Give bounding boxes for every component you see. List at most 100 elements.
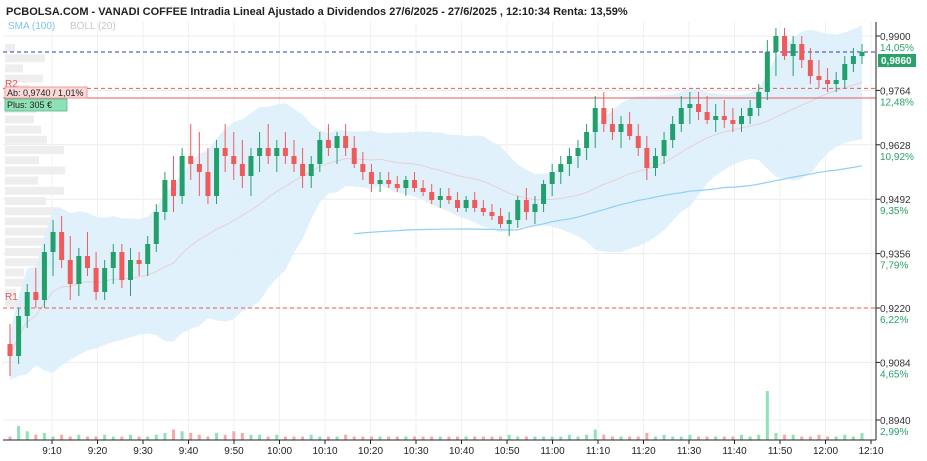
volume-profile-bar-11 (5, 156, 39, 165)
candle-body-18 (162, 180, 168, 212)
volume-bar-63 (550, 436, 554, 440)
y-tick-label-0: 0,9900 (880, 32, 911, 43)
candle-body-45 (394, 184, 400, 188)
volume-bar-69 (602, 434, 606, 440)
y-tick-label-1: 0,9764 (880, 86, 911, 97)
last-price-label: 0,9860 (881, 56, 912, 67)
volume-bar-17 (154, 434, 158, 440)
candle-body-57 (498, 216, 504, 224)
volume-bar-14 (128, 434, 132, 440)
volume-bar-49 (430, 436, 434, 440)
volume-bar-64 (559, 436, 563, 440)
volume-bar-45 (395, 436, 399, 440)
volume-bar-78 (679, 436, 683, 440)
candle-body-85 (739, 116, 745, 124)
candle-body-84 (730, 120, 736, 124)
candle-body-41 (360, 164, 366, 172)
x-tick-label-17: 12:00 (813, 446, 838, 457)
volume-bar-36 (318, 436, 322, 440)
candle-body-24 (214, 148, 220, 196)
volume-bar-10 (94, 436, 98, 440)
r1-label: R1 (5, 292, 18, 303)
volume-bar-3 (34, 434, 38, 440)
volume-profile-bar-8 (5, 125, 41, 134)
volume-profile-bar-10 (5, 146, 64, 154)
volume-bar-57 (499, 436, 503, 440)
candle-body-59 (515, 200, 521, 220)
candle-body-9 (84, 256, 90, 268)
candle-body-92 (799, 44, 805, 60)
candle-body-83 (721, 116, 727, 120)
candle-body-50 (437, 196, 443, 200)
candle-body-69 (601, 108, 607, 124)
volume-bar-75 (653, 436, 657, 440)
volume-bar-46 (404, 436, 408, 440)
volume-bar-82 (714, 436, 718, 440)
x-tick-label-8: 10:30 (403, 446, 428, 457)
legend-sma[interactable]: SMA (100) (8, 21, 55, 32)
volume-bar-77 (671, 436, 675, 440)
volume-bar-86 (748, 436, 752, 440)
volume-bar-80 (696, 436, 700, 440)
candle-body-53 (463, 200, 469, 208)
candle-body-64 (558, 164, 564, 172)
x-tick-label-1: 9:20 (88, 446, 108, 457)
time-axis: 9:10 9:20 9:30 9:40 9:50 10:00 10:10 10:20 10:30… (3, 439, 884, 457)
volume-bar-84 (731, 436, 735, 440)
volume-bar-28 (249, 434, 253, 440)
candle-body-0 (7, 344, 13, 356)
x-tick-label-13: 11:20 (631, 446, 656, 457)
y-pct-label-5: 6,22% (880, 315, 908, 326)
volume-profile-bar-14 (5, 186, 64, 195)
candle-body-89 (773, 36, 779, 52)
volume-bar-24 (215, 433, 219, 440)
candle-body-17 (153, 212, 159, 244)
y-tick-label-4: 0,9356 (880, 250, 911, 261)
volume-bar-47 (412, 436, 416, 440)
volume-bar-60 (524, 436, 528, 440)
volume-bar-59 (516, 436, 520, 440)
volume-profile-bar-0 (5, 44, 15, 52)
volume-bar-68 (593, 429, 597, 440)
candle-body-68 (592, 108, 598, 132)
candle-body-46 (403, 180, 409, 188)
volume-bar-53 (464, 436, 468, 440)
volume-bar-4 (42, 433, 46, 440)
volume-bar-94 (817, 434, 821, 440)
candle-body-31 (274, 148, 280, 156)
x-tick-label-4: 9:50 (224, 446, 244, 457)
candle-body-34 (300, 164, 306, 176)
candle-body-30 (265, 148, 271, 156)
x-tick-label-12: 11:10 (586, 446, 611, 457)
candle-body-27 (239, 164, 245, 176)
volume-bar-21 (189, 433, 193, 440)
candle-body-98 (850, 56, 856, 64)
volume-bar-43 (378, 436, 382, 440)
price-chart[interactable]: 0,990014,05% 0,976412,48% 0,962810,92% 0,94… (0, 0, 927, 461)
candle-body-66 (575, 148, 581, 156)
volume-bar-70 (610, 436, 614, 440)
legend-boll[interactable]: BOLL (20) (70, 21, 116, 32)
candle-body-51 (446, 196, 452, 200)
candle-body-20 (179, 156, 185, 196)
volume-bar-72 (628, 436, 632, 440)
volume-bar-0 (8, 436, 12, 440)
volume-bar-6 (60, 434, 64, 440)
plus-label: Plus: 305 € (7, 100, 52, 110)
volume-bar-90 (783, 434, 787, 440)
volume-bars (8, 391, 864, 440)
candle-body-58 (506, 220, 512, 224)
volume-bar-74 (645, 433, 649, 440)
candle-body-87 (756, 92, 762, 108)
volume-bar-54 (473, 436, 477, 440)
volume-bar-42 (369, 436, 373, 440)
candle-body-29 (257, 148, 263, 156)
candle-body-25 (222, 148, 228, 156)
ab-label: Ab: 0,9740 / 1,01% (7, 88, 84, 98)
volume-bar-50 (438, 436, 442, 440)
candle-body-14 (127, 260, 133, 280)
volume-bar-40 (352, 436, 356, 440)
volume-bar-1 (17, 426, 21, 440)
volume-bar-7 (68, 436, 72, 440)
volume-bar-99 (860, 433, 864, 440)
